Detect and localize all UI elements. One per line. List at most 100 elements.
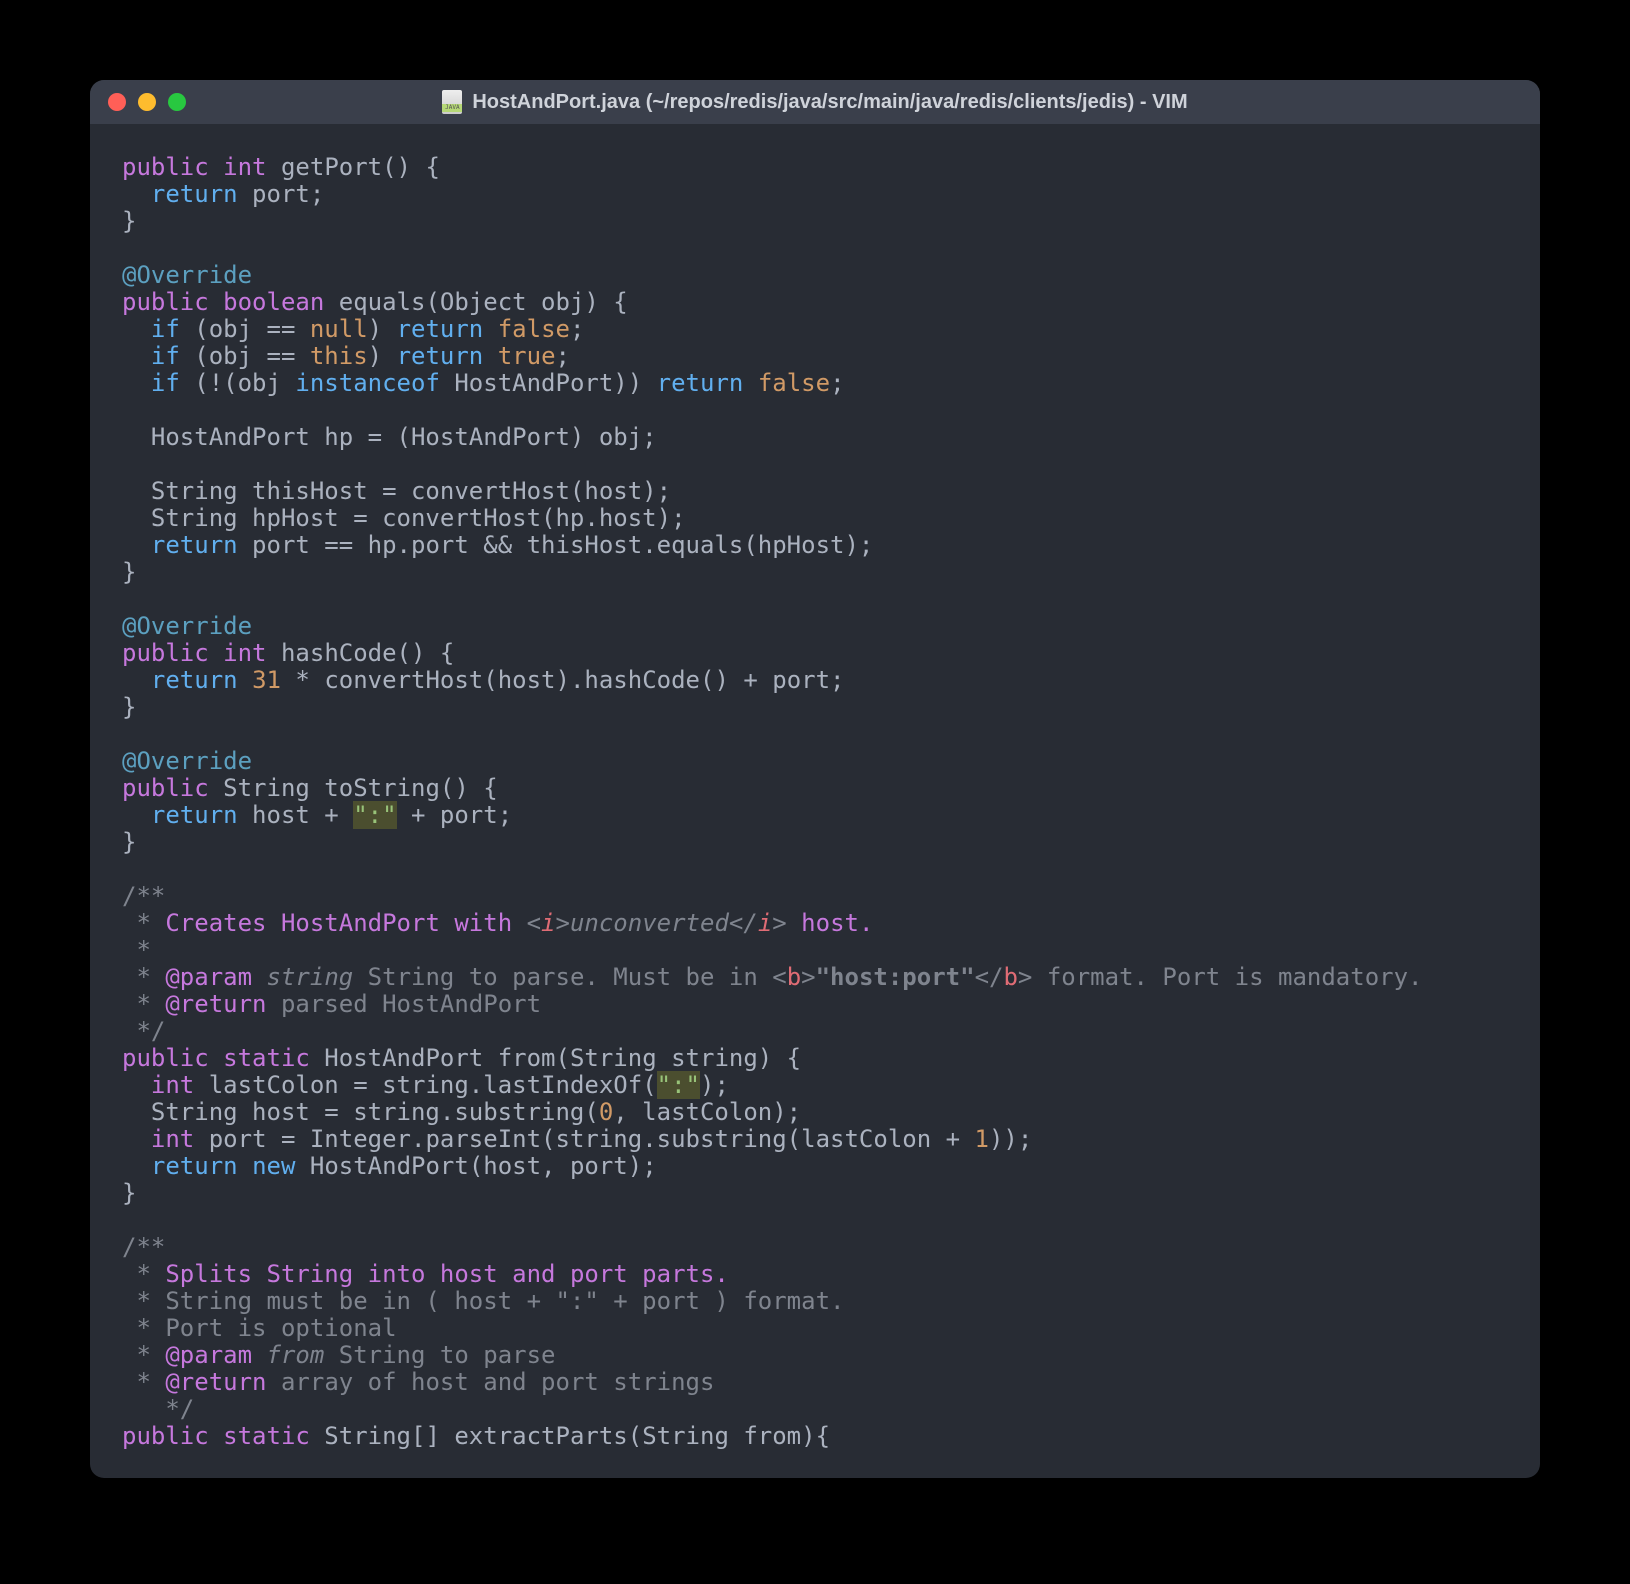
text: equals(Object obj) { bbox=[324, 288, 627, 316]
num-1: 1 bbox=[975, 1125, 989, 1153]
text: port == hp.port && thisHost.equals(hpHos… bbox=[238, 531, 874, 559]
javadoc-text: String to parse bbox=[324, 1341, 555, 1369]
javadoc-text: format. Port is mandatory. bbox=[1032, 963, 1422, 991]
javadoc-line: * bbox=[122, 1368, 165, 1396]
titlebar[interactable]: HostAndPort.java (~/repos/redis/java/src… bbox=[90, 80, 1540, 124]
text: ; bbox=[830, 369, 844, 397]
lit-null: null bbox=[310, 315, 368, 343]
javadoc-text: array of host and port strings bbox=[267, 1368, 715, 1396]
html-angle: < bbox=[527, 909, 541, 937]
kw-if: if bbox=[151, 369, 180, 397]
javadoc-desc: Splits String into host and port parts. bbox=[165, 1260, 729, 1288]
javadoc-desc: Creates HostAndPort with bbox=[165, 909, 526, 937]
text: hashCode() { bbox=[267, 639, 455, 667]
text: * convertHost(host).hashCode() + port; bbox=[281, 666, 845, 694]
text: lastColon = string.lastIndexOf( bbox=[194, 1071, 656, 1099]
javadoc-line: * bbox=[122, 909, 165, 937]
num-31: 31 bbox=[252, 666, 281, 694]
javadoc-line: * bbox=[122, 990, 165, 1018]
text: ); bbox=[700, 1071, 729, 1099]
text: port = Integer.parseInt(string.substring… bbox=[194, 1125, 974, 1153]
text: } bbox=[122, 207, 136, 235]
kw-return: return bbox=[397, 342, 484, 370]
zoom-icon[interactable] bbox=[168, 93, 186, 111]
kw-public: public bbox=[122, 288, 209, 316]
kw-return: return bbox=[151, 180, 238, 208]
javadoc-param: @param bbox=[165, 963, 252, 991]
lit-this: this bbox=[310, 342, 368, 370]
text: getPort() { bbox=[267, 153, 440, 181]
javadoc-param: @param bbox=[165, 1341, 252, 1369]
javadoc-text: String to parse. Must be in bbox=[353, 963, 772, 991]
kw-public: public bbox=[122, 1044, 209, 1072]
num-0: 0 bbox=[599, 1098, 613, 1126]
kw-public: public bbox=[122, 774, 209, 802]
text: ; bbox=[570, 315, 584, 343]
kw-static: static bbox=[223, 1044, 310, 1072]
text: host + bbox=[238, 801, 354, 829]
text: } bbox=[122, 558, 136, 586]
lit-false: false bbox=[498, 315, 570, 343]
text: ; bbox=[556, 342, 570, 370]
kw-public: public bbox=[122, 1422, 209, 1450]
text: HostAndPort(host, port); bbox=[295, 1152, 656, 1180]
html-angle: > bbox=[801, 963, 815, 991]
html-i-tag: i bbox=[541, 909, 555, 937]
traffic-lights bbox=[108, 93, 186, 111]
javadoc-line: * bbox=[122, 1341, 165, 1369]
kw-return: return bbox=[397, 315, 484, 343]
html-b-tag: b bbox=[1003, 963, 1017, 991]
window-title: HostAndPort.java (~/repos/redis/java/src… bbox=[472, 91, 1187, 114]
kw-boolean: boolean bbox=[223, 288, 324, 316]
text: HostAndPort from(String string) { bbox=[310, 1044, 801, 1072]
javadoc-line: * bbox=[122, 963, 165, 991]
lit-true: true bbox=[498, 342, 556, 370]
kw-int: int bbox=[151, 1125, 194, 1153]
javadoc-line: * Port is optional bbox=[122, 1314, 397, 1342]
html-i-tag: i bbox=[758, 909, 772, 937]
kw-if: if bbox=[151, 342, 180, 370]
html-angle: > bbox=[772, 909, 786, 937]
text: )); bbox=[989, 1125, 1032, 1153]
text: + port; bbox=[397, 801, 513, 829]
annotation-override: @Override bbox=[122, 612, 252, 640]
html-angle: </ bbox=[975, 963, 1004, 991]
javadoc-return: @return bbox=[165, 990, 266, 1018]
text: } bbox=[122, 828, 136, 856]
annotation-override: @Override bbox=[122, 261, 252, 289]
javadoc-close: */ bbox=[122, 1395, 194, 1423]
kw-int: int bbox=[223, 639, 266, 667]
text: ) bbox=[368, 315, 397, 343]
javadoc-line: * bbox=[122, 936, 151, 964]
text: HostAndPort)) bbox=[440, 369, 657, 397]
terminal-window: HostAndPort.java (~/repos/redis/java/src… bbox=[90, 80, 1540, 1478]
html-angle: </ bbox=[729, 909, 758, 937]
annotation-override: @Override bbox=[122, 747, 252, 775]
minimize-icon[interactable] bbox=[138, 93, 156, 111]
kw-return: return bbox=[151, 1152, 238, 1180]
kw-return: return bbox=[657, 369, 744, 397]
javadoc-return: @return bbox=[165, 1368, 266, 1396]
javadoc-text: parsed HostAndPort bbox=[267, 990, 542, 1018]
kw-static: static bbox=[223, 1422, 310, 1450]
text: (!(obj bbox=[180, 369, 296, 397]
text: HostAndPort hp = (HostAndPort) obj; bbox=[122, 423, 657, 451]
text: String thisHost = convertHost(host); bbox=[122, 477, 671, 505]
kw-public: public bbox=[122, 639, 209, 667]
editor-content[interactable]: public int getPort() { return port; } @O… bbox=[90, 124, 1540, 1478]
javadoc-open: /** bbox=[122, 1233, 165, 1261]
kw-return: return bbox=[151, 801, 238, 829]
kw-return: return bbox=[151, 666, 238, 694]
text: } bbox=[122, 1179, 136, 1207]
text: } bbox=[122, 693, 136, 721]
javadoc-line: * String must be in ( host + ":" + port … bbox=[122, 1287, 844, 1315]
kw-new: new bbox=[252, 1152, 295, 1180]
close-icon[interactable] bbox=[108, 93, 126, 111]
text: String hpHost = convertHost(hp.host); bbox=[122, 504, 686, 532]
lit-false: false bbox=[758, 369, 830, 397]
kw-instanceof: instanceof bbox=[295, 369, 440, 397]
title-wrap: HostAndPort.java (~/repos/redis/java/src… bbox=[90, 90, 1540, 114]
kw-public: public bbox=[122, 153, 209, 181]
html-angle: > bbox=[556, 909, 570, 937]
string-literal: ":" bbox=[353, 801, 396, 829]
